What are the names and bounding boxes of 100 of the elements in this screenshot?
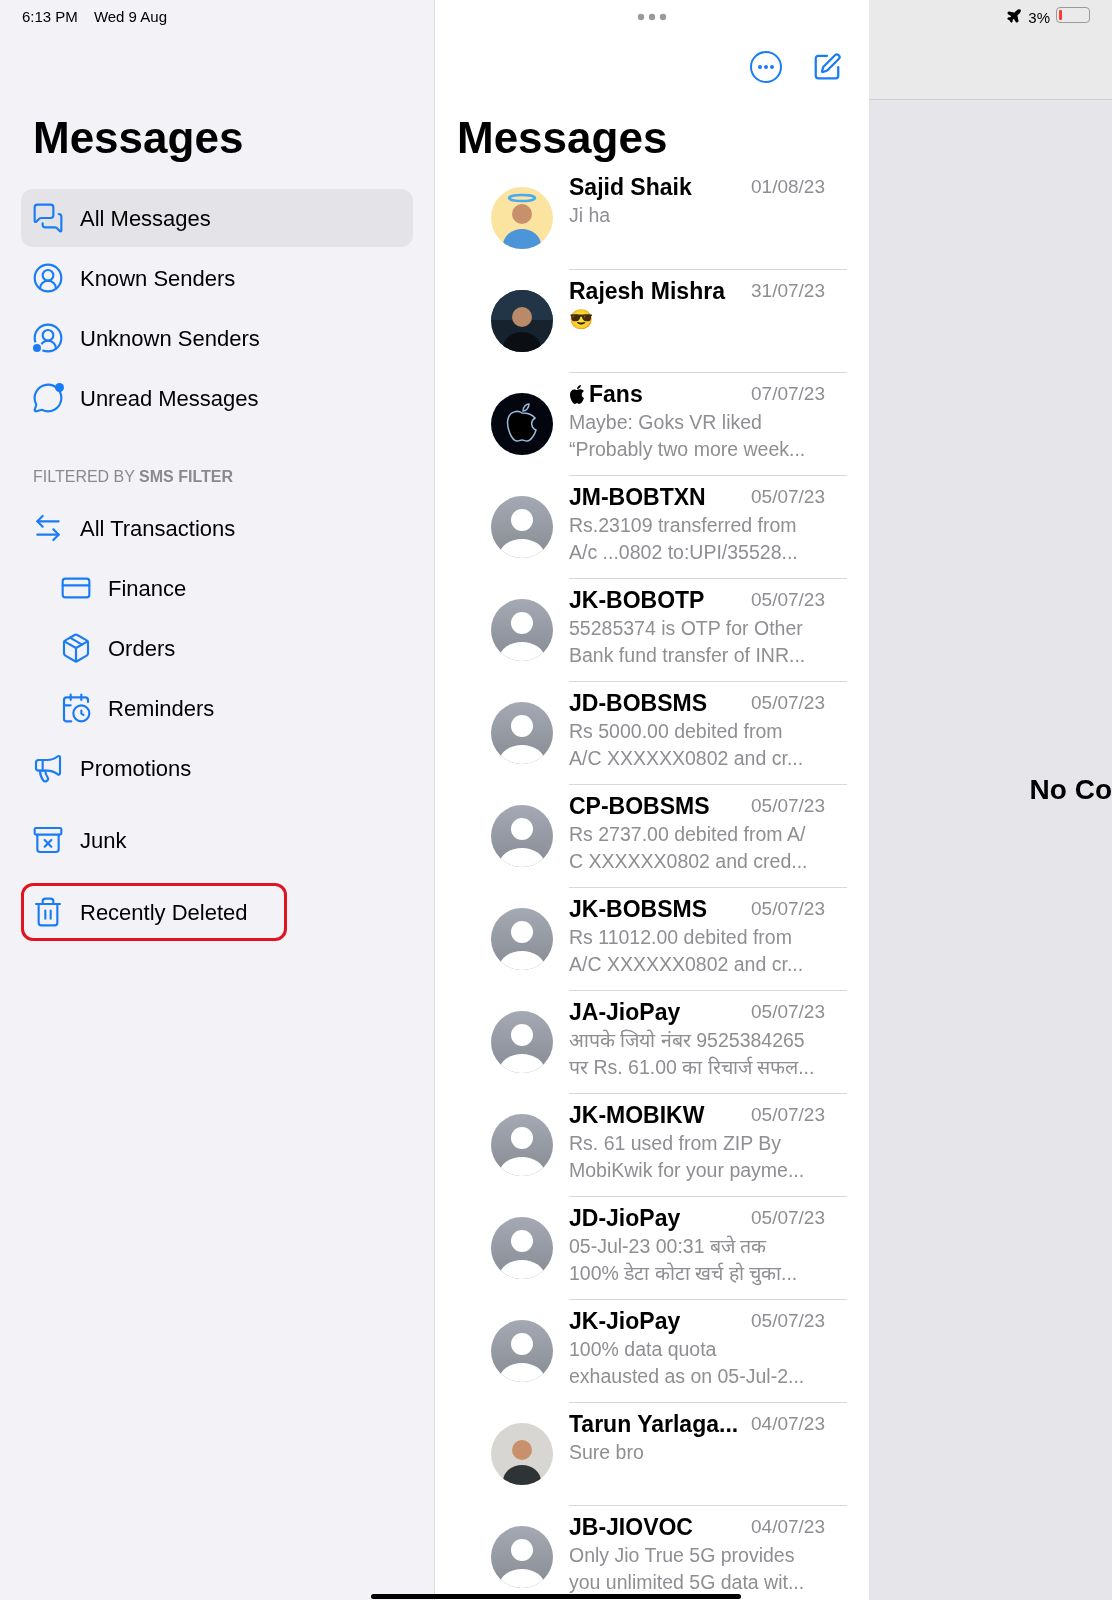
message-preview: “Probably two more week...: [569, 437, 807, 462]
message-preview: 100% डेटा कोटा खर्च हो चुका...: [569, 1261, 799, 1287]
message-date: 05/07/23: [751, 1308, 825, 1333]
message-preview: आपके जियो नंबर 9525384265: [569, 1028, 806, 1053]
contact-name: JD-BOBSMS: [569, 689, 707, 718]
sidebar-item-label: Unknown Senders: [80, 324, 260, 353]
list-title: Messages: [457, 114, 669, 162]
sidebar-item-label: Recently Deleted: [80, 898, 248, 927]
message-preview: Ji ha: [569, 203, 612, 228]
message-preview: A/C XXXXXX0802 and cr...: [569, 952, 805, 977]
sidebar-title: Messages: [33, 114, 245, 162]
message-preview: 100% data quota: [569, 1337, 718, 1362]
conversation-row[interactable]: JK-MOBIKW 05/07/23 Rs. 61 used from ZIP By MobiKwik for your payme...: [435, 1093, 869, 1196]
message-date: 05/07/23: [751, 484, 825, 509]
message-preview: you unlimited 5G data wit...: [569, 1570, 806, 1595]
default-avatar-icon: [491, 701, 553, 764]
sidebar-item[interactable]: Promotions: [21, 739, 413, 797]
sidebar-item[interactable]: Unread Messages: [21, 369, 413, 427]
message-preview: Only Jio True 5G provides: [569, 1543, 796, 1568]
sidebar-item-label: Known Senders: [80, 264, 236, 293]
sidebar-item-label: Finance: [108, 574, 187, 603]
conversation-row[interactable]: JD-JioPay 05/07/23 05-Jul-23 00:31 बजे तक 100% डेटा कोटा खर्च हो चुका...: [435, 1196, 869, 1299]
empty-state-text: No Co: [1029, 773, 1112, 807]
sidebar-item[interactable]: Known Senders: [21, 249, 413, 307]
sidebar-item[interactable]: Reminders: [21, 679, 413, 737]
message-date: 05/07/23: [751, 1205, 825, 1230]
contact-name: Fans: [589, 380, 643, 409]
sidebar-item[interactable]: All Messages: [21, 189, 413, 247]
ellipsis-icon: [758, 65, 774, 69]
message-preview: Rs 11012.00 debited from: [569, 925, 793, 950]
sidebar-item[interactable]: Orders: [21, 619, 413, 677]
sidebar-item[interactable]: Finance: [21, 559, 413, 617]
default-avatar-icon: [491, 1216, 553, 1279]
message-date: 05/07/23: [751, 690, 825, 715]
message-date: 31/07/23: [751, 278, 825, 303]
message-preview: A/C XXXXXX0802 and cr...: [569, 746, 805, 771]
message-preview: Maybe: Goks VR liked: [569, 410, 763, 435]
message-preview: 55285374 is OTP for Other: [569, 616, 804, 641]
multitasking-dots-icon[interactable]: [637, 13, 667, 21]
conversation-row[interactable]: JK-JioPay 05/07/23 100% data quota exhausted as on 05-Jul-2...: [435, 1299, 869, 1402]
default-avatar-icon: [491, 1010, 553, 1073]
contact-name: Tarun Yarlaga...: [569, 1410, 739, 1439]
contact-name: JA-JioPay: [569, 998, 681, 1027]
more-button[interactable]: [750, 51, 782, 83]
message-preview: exhausted as on 05-Jul-2...: [569, 1364, 806, 1389]
contact-name: JM-BOBTXN: [569, 483, 706, 512]
conversation-row[interactable]: JD-BOBSMS 05/07/23 Rs 5000.00 debited from A/C XXXXXX0802 and cr...: [435, 681, 869, 784]
conversation-row[interactable]: JA-JioPay 05/07/23 आपके जियो नंबर 9525384265 पर Rs. 61.00 का रिचार्ज सफल...: [435, 990, 869, 1093]
message-preview: 😎: [569, 307, 594, 332]
compose-icon: [812, 52, 842, 82]
contact-name: Sajid Shaik: [569, 173, 692, 202]
default-avatar-icon: [491, 1319, 553, 1382]
conversation-row[interactable]: Fans 07/07/23 Maybe: Goks VR liked “Probably two more week...: [435, 372, 869, 475]
message-preview: Rs.23109 transferred from: [569, 513, 798, 538]
conversation-row[interactable]: Tarun Yarlaga... 04/07/23 Sure bro: [435, 1402, 869, 1505]
contact-name: JK-BOBSMS: [569, 895, 707, 924]
sidebar-item-label: Orders: [108, 634, 176, 663]
sidebar-item[interactable]: All Transactions: [21, 499, 413, 557]
message-date: 05/07/23: [751, 896, 825, 921]
sidebar-item-label: Unread Messages: [80, 384, 259, 413]
message-date: 04/07/23: [751, 1514, 825, 1539]
sidebar-item[interactable]: Unknown Senders: [21, 309, 413, 367]
contact-name: Rajesh Mishra: [569, 277, 725, 306]
conversation-row[interactable]: Sajid Shaik 01/08/23 Ji ha: [435, 166, 869, 269]
sidebar-item-label: All Messages: [80, 204, 211, 233]
status-time: 6:13 PM: [22, 6, 78, 27]
airplane-icon: [1006, 8, 1023, 24]
contact-name: JB-JIOVOC: [569, 1513, 693, 1542]
message-preview: पर Rs. 61.00 का रिचार्ज सफल...: [569, 1055, 816, 1080]
contact-name: JK-JioPay: [569, 1307, 681, 1336]
battery-percent: 3%: [1028, 8, 1050, 28]
message-date: 05/07/23: [751, 587, 825, 612]
sidebar-item[interactable]: Recently Deleted: [21, 883, 287, 941]
default-avatar-icon: [491, 804, 553, 867]
default-avatar-icon: [491, 907, 553, 970]
message-preview: Rs. 61 used from ZIP By: [569, 1131, 783, 1156]
default-avatar-icon: [491, 1113, 553, 1176]
conversation-row[interactable]: CP-BOBSMS 05/07/23 Rs 2737.00 debited from A/ C XXXXXX0802 and cred...: [435, 784, 869, 887]
status-date: Wed 9 Aug: [93, 6, 167, 27]
conversation-row[interactable]: Rajesh Mishra 31/07/23 😎: [435, 269, 869, 372]
sidebar-item-label: Promotions: [80, 754, 192, 783]
default-avatar-icon: [491, 495, 553, 558]
sidebar-item-label: All Transactions: [80, 514, 236, 543]
filter-section-header: FILTERED BY SMS FILTER: [33, 467, 235, 487]
default-avatar-icon: [491, 1525, 553, 1588]
message-preview: Rs 2737.00 debited from A/: [569, 822, 807, 847]
battery-icon: [1056, 7, 1090, 23]
conversation-row[interactable]: JM-BOBTXN 05/07/23 Rs.23109 transferred from A/c ...0802 to:UPI/35528...: [435, 475, 869, 578]
message-date: 05/07/23: [751, 999, 825, 1024]
conversation-row[interactable]: JK-BOBOTP 05/07/23 55285374 is OTP for Other Bank fund transfer of INR...: [435, 578, 869, 681]
contact-name: JD-JioPay: [569, 1204, 681, 1233]
conversation-row[interactable]: JK-BOBSMS 05/07/23 Rs 11012.00 debited from A/C XXXXXX0802 and cr...: [435, 887, 869, 990]
message-date: 07/07/23: [751, 381, 825, 406]
sidebar-item-label: Junk: [80, 826, 127, 855]
compose-button[interactable]: [812, 52, 842, 82]
sidebar-item[interactable]: Junk: [21, 811, 413, 869]
contact-name: CP-BOBSMS: [569, 792, 710, 821]
message-preview: MobiKwik for your payme...: [569, 1158, 806, 1183]
contact-name: JK-BOBOTP: [569, 586, 705, 615]
contact-name: JK-MOBIKW: [569, 1101, 705, 1130]
